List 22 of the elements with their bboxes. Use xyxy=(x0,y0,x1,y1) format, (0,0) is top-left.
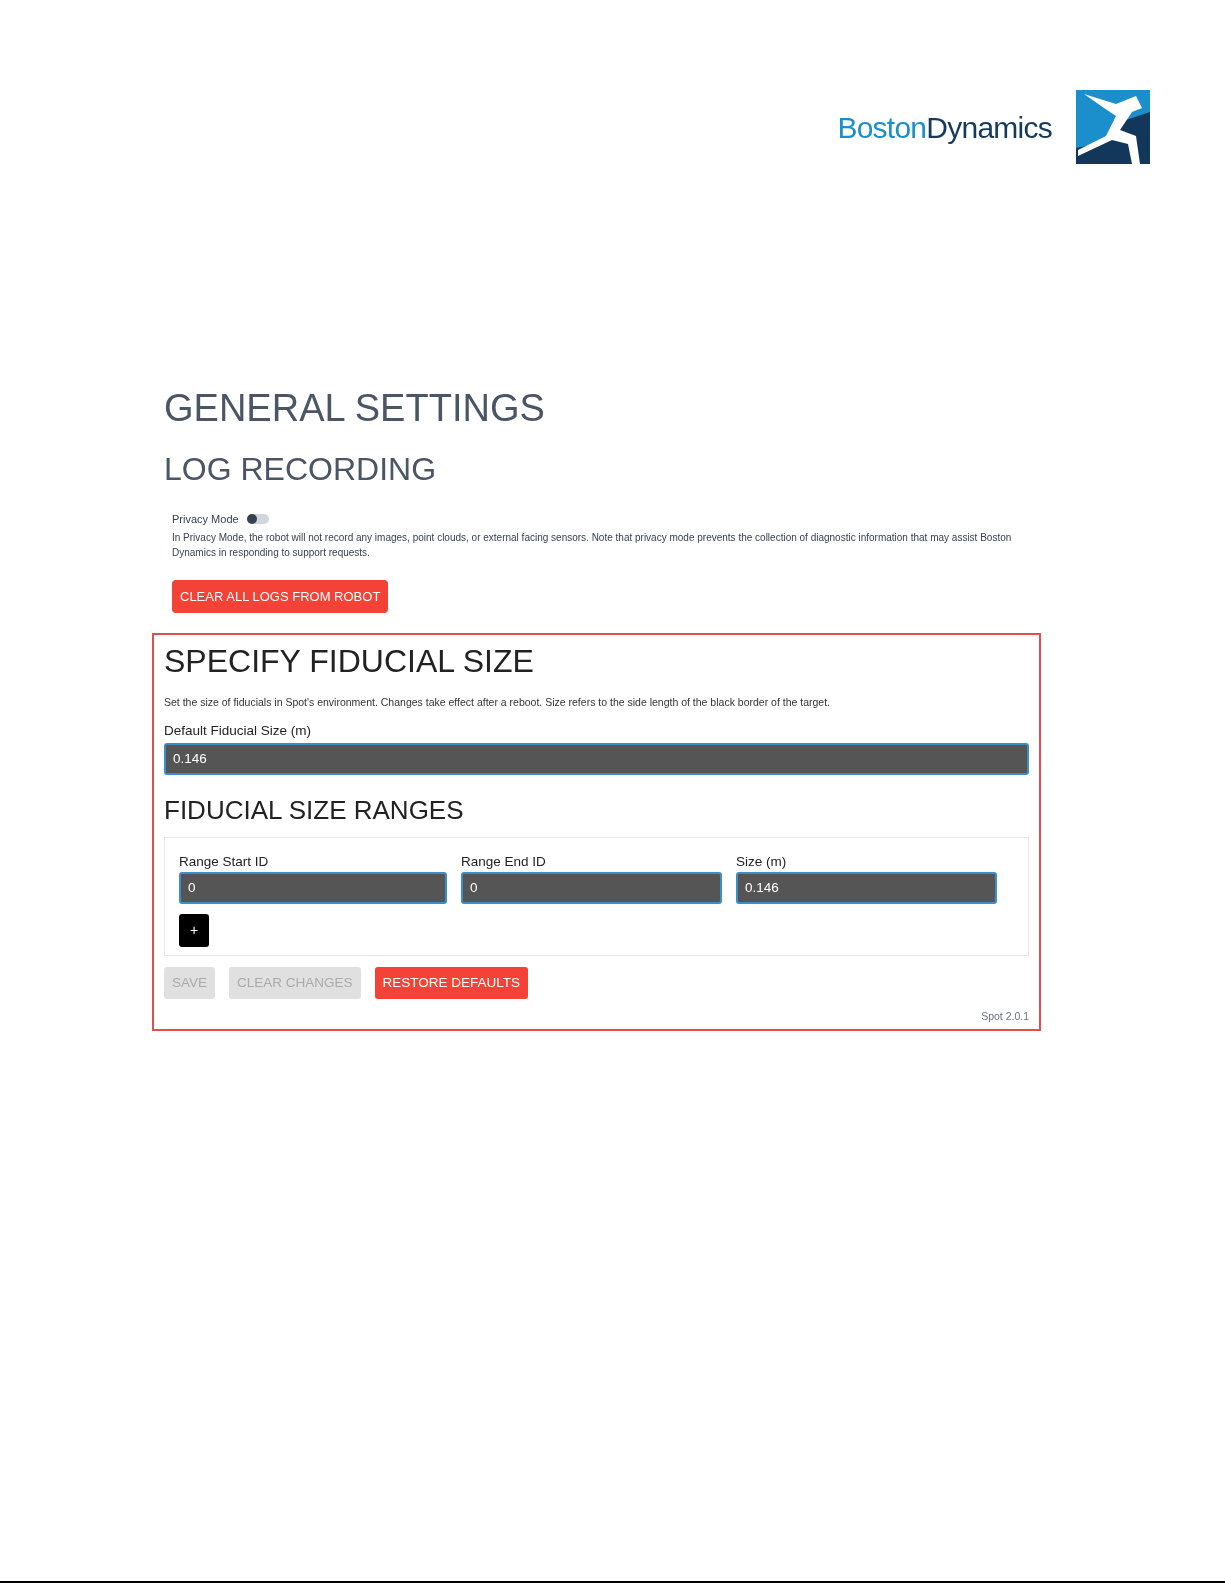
clear-logs-button[interactable]: CLEAR ALL LOGS FROM ROBOT xyxy=(172,579,389,613)
range-field[interactable]: 0 xyxy=(179,872,447,905)
range-label: Range Start ID xyxy=(179,853,270,871)
ranges-title: FIDUCIAL SIZE RANGES xyxy=(164,797,465,823)
range-field[interactable]: 0.146 xyxy=(736,872,997,905)
logo-wordmark: BostonDynamics xyxy=(837,109,1052,146)
default-size-field[interactable]: 0.146 xyxy=(164,743,1029,775)
privacy-label: Privacy Mode xyxy=(172,512,239,527)
add-range-button[interactable]: + xyxy=(179,914,209,948)
privacy-description: In Privacy Mode, the robot will not record any images, point clouds, or external facing sensors. Note that privacy mode prevents the collection of diagnostic information that may assist Boston Dynamics in responding to support requests. xyxy=(172,530,1013,560)
settings-title: GENERAL SETTINGS xyxy=(164,389,546,427)
fiducial-title: SPECIFY FIDUCIAL SIZE xyxy=(164,645,535,677)
default-size-label: Default Fiducial Size (m) xyxy=(164,721,313,740)
range-label: Size (m) xyxy=(736,853,788,871)
range-label: Range End ID xyxy=(461,853,547,871)
restore-defaults-button[interactable]: RESTORE DEFAULTS xyxy=(374,967,529,1000)
privacy-toggle[interactable] xyxy=(246,514,269,525)
logo-icon xyxy=(1076,90,1150,164)
section-title: LOG RECORDING xyxy=(164,453,438,485)
fiducial-description: Set the size of fiducials in Spot's environment. Changes take effect after a reboot. Size refers to the side length of the black border of the target. xyxy=(164,695,832,710)
range-field[interactable]: 0 xyxy=(461,872,722,905)
version-label: Spot 2.0.1 xyxy=(981,1009,1029,1025)
